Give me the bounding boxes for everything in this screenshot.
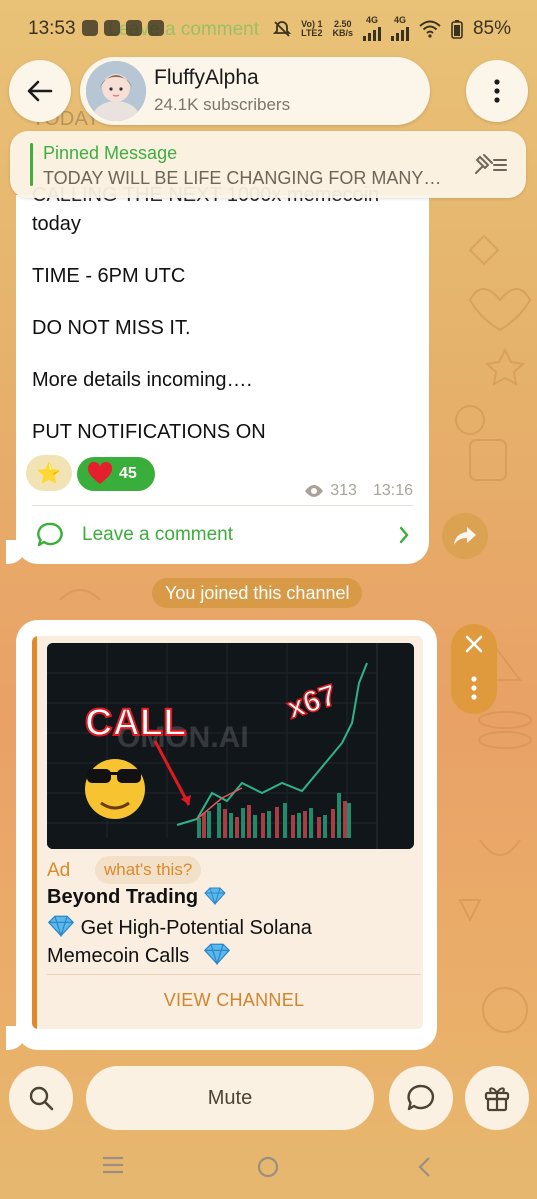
ad-title: Beyond Trading <box>47 886 226 909</box>
wifi-icon <box>419 20 441 38</box>
search-icon <box>29 1086 54 1111</box>
pinned-text: TODAY WILL BE LIFE CHANGING FOR MANY… <box>43 168 442 188</box>
message-line: PUT NOTIFICATIONS ON <box>32 421 266 443</box>
message-line: DO NOT MISS IT. <box>32 317 191 339</box>
volte-indicator: Vo) 1 LTE2 <box>301 18 323 38</box>
ad-divider <box>47 974 421 975</box>
chat-icon <box>104 20 120 36</box>
battery-icon <box>451 19 463 39</box>
whats-this-button[interactable]: what's this? <box>95 856 202 884</box>
heart-icon <box>87 462 113 484</box>
reaction-heart[interactable]: 45 <box>77 457 155 491</box>
leave-comment-button[interactable]: Leave a comment <box>16 506 429 564</box>
channel-name: FluffyAlpha <box>154 66 259 89</box>
leave-comment-label: Leave a comment <box>82 524 234 545</box>
search-button[interactable] <box>9 1066 73 1130</box>
chart-image: OMON.AI CALL x67 <box>47 643 414 849</box>
more-options-button[interactable] <box>466 60 528 122</box>
channel-avatar[interactable] <box>86 61 146 121</box>
message-meta: 313 13:16 <box>304 482 413 500</box>
star-icon: ⭐ <box>36 462 62 485</box>
network-speed: 2.50 KB/s <box>332 18 353 38</box>
diamond-icon <box>47 915 75 938</box>
ad-image-call-text: CALL <box>85 702 186 744</box>
signal-bars-icon <box>362 25 381 41</box>
sponsored-message[interactable]: OMON.AI CALL x67 Ad what's this? Beyond … <box>16 620 437 1050</box>
notification-icons <box>82 20 164 36</box>
signal-2: 4G <box>390 16 409 41</box>
message-line: TIME - 6PM UTC <box>32 265 186 287</box>
mute-button[interactable]: Mute <box>86 1066 374 1130</box>
channel-message[interactable]: CALLING THE NEXT 1000x memecoin today TI… <box>16 184 429 564</box>
status-bar: 13:53 Leave a comment Vo) 1 LTE2 2.50 KB/s… <box>0 0 537 60</box>
diamond-icon <box>203 943 230 966</box>
eye-icon <box>305 485 324 497</box>
mute-bell-icon <box>273 20 292 37</box>
ad-description: Get High-Potential Solana Memecoin Calls <box>47 915 312 967</box>
reaction-count: 45 <box>119 465 137 482</box>
channel-info-header[interactable]: FluffyAlpha 24.1K subscribers <box>80 57 430 125</box>
ad-actions <box>451 624 497 714</box>
pinned-accent-bar <box>30 143 33 186</box>
avatar-image <box>86 61 146 121</box>
arrow-left-icon <box>27 80 53 102</box>
diamond-icon <box>203 887 226 906</box>
signal-1: 4G <box>362 16 381 41</box>
ad-accent-stripe <box>32 636 37 1029</box>
pinned-title: Pinned Message <box>43 143 178 163</box>
forward-arrow-icon <box>454 527 476 545</box>
view-count: 313 <box>330 482 357 499</box>
ad-badge: Ad <box>47 860 71 881</box>
status-right: Vo) 1 LTE2 2.50 KB/s 4G 4G 85% <box>273 16 511 41</box>
discord-icon <box>82 20 98 36</box>
message-time: 13:16 <box>372 482 413 499</box>
recent-apps-icon[interactable] <box>102 1156 124 1174</box>
pin-list-icon[interactable] <box>472 153 508 177</box>
phone-icon <box>148 20 164 36</box>
subscriber-count: 24.1K subscribers <box>154 95 291 114</box>
message-line: More details incoming…. <box>32 369 253 391</box>
more-vertical-icon <box>494 79 500 103</box>
pinned-message-bar[interactable]: Pinned Message TODAY WILL BE LIFE CHANGI… <box>10 131 526 198</box>
signal-bars-icon <box>390 25 409 41</box>
gift-icon <box>484 1087 510 1112</box>
telegram-icon <box>126 20 142 36</box>
system-navigation-bar <box>0 1140 537 1199</box>
back-nav-icon[interactable] <box>417 1156 431 1178</box>
service-message: You joined this channel <box>152 578 363 608</box>
comment-bubble-icon <box>37 522 63 547</box>
view-channel-button[interactable]: VIEW CHANNEL <box>47 980 421 1020</box>
home-icon[interactable] <box>257 1156 279 1178</box>
share-button[interactable] <box>442 513 488 559</box>
close-ad-icon[interactable] <box>464 634 484 654</box>
gift-button[interactable] <box>465 1066 529 1130</box>
message-line: today <box>32 213 81 235</box>
back-button[interactable] <box>9 60 71 122</box>
chevron-right-icon <box>399 526 409 544</box>
reaction-star[interactable]: ⭐ <box>26 455 72 491</box>
status-time: 13:53 <box>28 18 76 39</box>
chat-bubble-icon <box>407 1084 435 1111</box>
ad-image[interactable]: OMON.AI CALL x67 <box>47 643 414 849</box>
battery-percent: 85% <box>472 17 511 39</box>
discussion-button[interactable] <box>389 1066 453 1130</box>
ad-more-icon[interactable] <box>471 676 477 700</box>
